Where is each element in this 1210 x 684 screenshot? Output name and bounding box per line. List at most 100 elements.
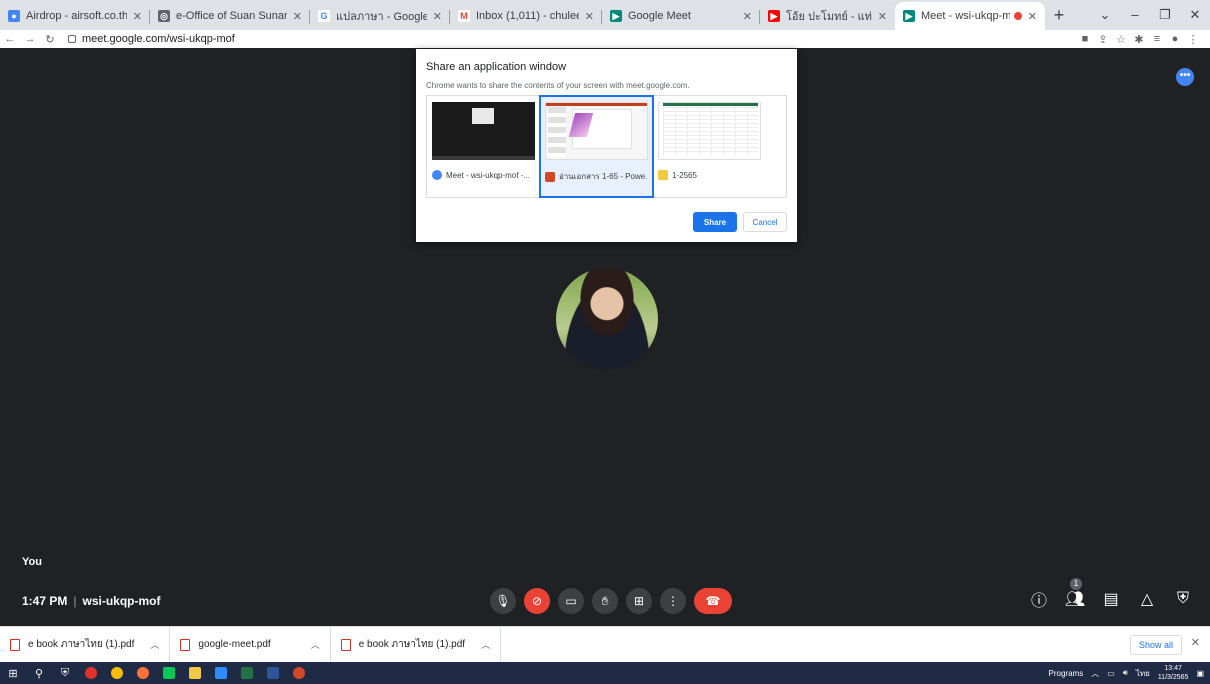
chevron-up-icon[interactable]: ︿	[481, 638, 490, 651]
firefox-icon[interactable]	[130, 662, 156, 684]
language-indicator[interactable]: ไทย	[1136, 667, 1150, 680]
tab-airdrop[interactable]: ● Airdrop - airsoft.co.th ✕	[0, 2, 150, 30]
people-count-badge: 1	[1070, 578, 1082, 590]
window-preview	[545, 102, 648, 160]
camera-in-use-icon[interactable]: ■	[1076, 33, 1094, 45]
reload-icon[interactable]: ↻	[40, 33, 60, 46]
bookmark-star-icon[interactable]: ☆	[1112, 33, 1130, 46]
pdf-icon	[340, 638, 351, 651]
file-explorer-icon[interactable]	[182, 662, 208, 684]
opera-icon[interactable]	[78, 662, 104, 684]
windows-start-icon[interactable]: ⊞	[0, 662, 26, 684]
browser-toolbar: ← → ↻ meet.google.com/wsi-ukqp-mof ■ ⇪ ☆…	[0, 30, 1210, 48]
tab-eoffice[interactable]: ◎ e-Office of Suan Sunandha Raja ✕	[150, 2, 310, 30]
window-option-meet[interactable]: Meet - wsi-ukqp-mof -...	[427, 96, 540, 197]
chrome-icon[interactable]	[104, 662, 130, 684]
window-caption-text: อ่านเอกสาร 1-65 - Powe...	[559, 172, 648, 181]
clock[interactable]: 13:47 11/3/2565	[1158, 664, 1189, 682]
tab-google-search[interactable]: G แปลภาษา - Google Search ✕	[310, 2, 450, 30]
download-filename: google-meet.pdf	[198, 639, 271, 650]
show-all-button[interactable]: Show all	[1129, 635, 1182, 655]
forward-icon[interactable]: →	[20, 33, 40, 45]
restore-icon[interactable]: ❐	[1150, 0, 1180, 30]
close-tab-icon[interactable]: ✕	[433, 10, 442, 23]
window-preview	[432, 102, 535, 160]
more-vert-icon: ⋮	[667, 594, 679, 608]
meet-icon: ▶	[903, 10, 915, 22]
extensions-icon[interactable]: ✱	[1130, 33, 1148, 46]
chevron-up-icon[interactable]: ︿	[1091, 668, 1099, 679]
new-tab-button[interactable]: +	[1045, 2, 1073, 30]
chevron-up-icon[interactable]: ︿	[311, 638, 320, 651]
tab-youtube[interactable]: ▶ โอ้ย ปะโมทย์ - แท่น [LIVE PERFOR ✕	[760, 2, 895, 30]
lock-icon[interactable]	[68, 35, 76, 43]
close-tab-icon[interactable]: ✕	[293, 10, 302, 23]
back-icon[interactable]: ←	[0, 33, 20, 45]
close-tab-icon[interactable]: ✕	[878, 10, 887, 23]
tab-gmail[interactable]: M Inbox (1,011) - chuleekorn.bu@ ✕	[450, 2, 602, 30]
camera-off-button[interactable]: ⊘	[524, 588, 550, 614]
eoffice-icon: ◎	[158, 10, 170, 22]
share-button[interactable]: Share	[693, 212, 737, 232]
meeting-details-icon[interactable]: ⓘ	[1028, 588, 1050, 610]
reading-list-icon[interactable]: ≡	[1148, 33, 1166, 45]
share-page-icon[interactable]: ⇪	[1094, 33, 1112, 46]
tab-google-meet[interactable]: ▶ Google Meet ✕	[602, 2, 760, 30]
side-controls: ⓘ 👥︎ 1 ▤ △ ⛨	[1028, 578, 1194, 610]
excel-icon[interactable]	[234, 662, 260, 684]
present-button[interactable]: ⊞	[626, 588, 652, 614]
tab-title: แปลภาษา - Google Search	[336, 11, 427, 23]
activities-icon[interactable]: △	[1136, 588, 1158, 610]
volume-icon[interactable]: 🔊︎	[1123, 668, 1128, 678]
close-shelf-icon[interactable]: ✕	[1191, 636, 1200, 649]
tab-meet-active[interactable]: ▶ Meet - wsi-ukqp-mof ✕	[895, 2, 1045, 30]
minimize-icon[interactable]: –	[1120, 0, 1150, 30]
close-tab-icon[interactable]: ✕	[743, 10, 752, 23]
close-tab-icon[interactable]: ✕	[585, 10, 594, 23]
address-bar[interactable]: meet.google.com/wsi-ukqp-mof	[68, 33, 235, 45]
toolbar-actions: ■ ⇪ ☆ ✱ ≡ ● ⋮	[1076, 30, 1202, 48]
tab-title: โอ้ย ปะโมทย์ - แท่น [LIVE PERFOR	[786, 11, 872, 23]
window-controls: ⌄ – ❐ ✕	[1090, 0, 1210, 30]
network-icon[interactable]: ▭	[1107, 669, 1115, 678]
programs-toolbar[interactable]: Programs	[1049, 669, 1084, 678]
download-item[interactable]: e book ภาษาไทย (1).pdf ︿	[331, 626, 502, 663]
notifications-icon[interactable]: ▣	[1196, 669, 1204, 678]
close-tab-icon[interactable]: ✕	[1028, 10, 1037, 23]
search-icon[interactable]: ⚲	[26, 662, 52, 684]
raise-hand-button[interactable]: ✋︎	[592, 588, 618, 614]
more-options-button[interactable]: ⋮	[660, 588, 686, 614]
zoom-icon[interactable]	[208, 662, 234, 684]
close-window-icon[interactable]: ✕	[1180, 0, 1210, 30]
gmail-icon: M	[458, 10, 470, 22]
window-caption: 1-2565	[658, 170, 761, 180]
powerpoint-icon[interactable]	[286, 662, 312, 684]
download-item[interactable]: google-meet.pdf ︿	[170, 626, 331, 663]
window-preview	[658, 102, 761, 160]
camera-off-icon: ⊘	[531, 594, 543, 608]
download-item[interactable]: e book ภาษาไทย (1).pdf ︿	[0, 626, 171, 663]
defender-icon[interactable]: ⛨	[52, 662, 78, 684]
chat-icon[interactable]: ▤	[1100, 588, 1122, 610]
word-icon[interactable]	[260, 662, 286, 684]
window-option-powerpoint[interactable]: อ่านเอกสาร 1-65 - Powe...	[539, 95, 654, 198]
leave-call-button[interactable]: ☎︎	[694, 588, 732, 614]
dialog-subtitle: Chrome wants to share the contents of yo…	[426, 81, 690, 90]
cancel-button[interactable]: Cancel	[743, 212, 787, 232]
microphone-icon: 🎙︎	[495, 594, 511, 608]
tab-search-icon[interactable]: ⌄	[1090, 0, 1120, 30]
host-controls-icon[interactable]: ⛨	[1172, 588, 1194, 610]
people-icon[interactable]: 👥︎ 1	[1064, 578, 1086, 610]
hang-up-icon: ☎︎	[705, 594, 721, 608]
window-option-folder[interactable]: 1-2565	[653, 96, 766, 197]
menu-icon[interactable]: ⋮	[1184, 33, 1202, 46]
line-icon[interactable]	[156, 662, 182, 684]
profile-avatar[interactable]: ●	[1166, 33, 1184, 45]
more-options-icon[interactable]: •••	[1176, 68, 1194, 86]
chevron-up-icon[interactable]: ︿	[150, 638, 159, 651]
microphone-button[interactable]: 🎙︎	[490, 588, 516, 614]
close-tab-icon[interactable]: ✕	[133, 10, 142, 23]
captions-button[interactable]: ▭	[558, 588, 584, 614]
meeting-info: 1:47 PM | wsi-ukqp-mof	[22, 594, 161, 608]
meeting-code: wsi-ukqp-mof	[82, 594, 161, 608]
